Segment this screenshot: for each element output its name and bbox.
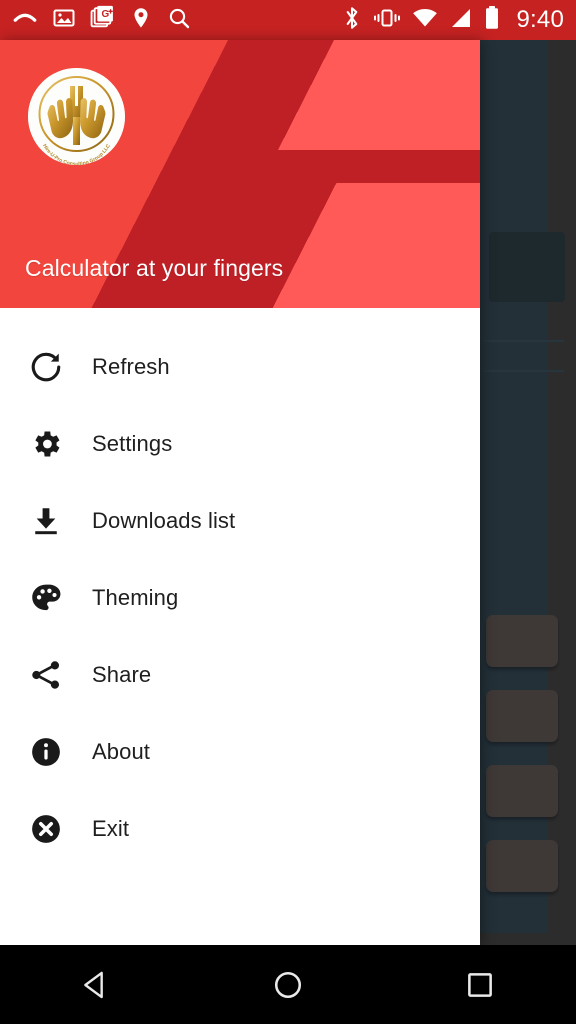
drawer-header-title: Calculator at your fingers: [25, 255, 284, 281]
gear-icon: [0, 427, 92, 461]
header-light-band-top: [230, 40, 480, 150]
vibrate-icon: [373, 6, 401, 35]
menu-item-downloads-list[interactable]: Downloads list: [0, 482, 480, 559]
search-icon: [167, 6, 191, 35]
image-icon: [52, 6, 76, 35]
share-icon: [0, 658, 92, 692]
signal-icon: [449, 7, 473, 34]
status-bar-right-icons: 9:40: [342, 5, 564, 36]
menu-item-theming[interactable]: Theming: [0, 559, 480, 636]
drawer-header: Hire-U-Pro Consulting Group LLC Calculat…: [0, 40, 480, 308]
helping-hands-logo: Hire-U-Pro Consulting Group LLC: [28, 68, 125, 165]
menu-item-exit[interactable]: Exit: [0, 790, 480, 867]
status-bar-clock: 9:40: [516, 6, 564, 33]
menu-item-label: About: [92, 738, 150, 764]
refresh-icon: [0, 350, 92, 384]
bluetooth-icon: [342, 5, 362, 36]
svg-text:G: G: [101, 9, 109, 20]
menu-item-label: Theming: [92, 584, 179, 610]
menu-item-label: Share: [92, 661, 152, 687]
call-missed-icon: [12, 5, 38, 36]
menu-item-label: Exit: [92, 815, 130, 841]
menu-item-settings[interactable]: Settings: [0, 405, 480, 482]
status-bar-left-icons: G: [12, 5, 191, 36]
menu-item-label: Downloads list: [92, 507, 236, 533]
drawer-menu-list: Refresh Settings Downloads list Theming …: [0, 308, 480, 945]
download-icon: [0, 504, 92, 538]
home-button[interactable]: [238, 945, 338, 1024]
close-circle-icon: [0, 812, 92, 846]
battery-icon: [484, 5, 500, 36]
android-navigation-bar: [0, 945, 576, 1024]
menu-item-share[interactable]: Share: [0, 636, 480, 713]
menu-item-refresh[interactable]: Refresh: [0, 328, 480, 405]
palette-icon: [0, 581, 92, 615]
menu-item-label: Settings: [92, 430, 173, 456]
recents-button[interactable]: [430, 945, 530, 1024]
location-pin-icon: [129, 6, 153, 35]
navigation-drawer: Hire-U-Pro Consulting Group LLC Calculat…: [0, 40, 480, 945]
info-circle-icon: [0, 735, 92, 769]
wifi-icon: [412, 7, 438, 34]
menu-item-label: Refresh: [92, 353, 170, 379]
header-light-band-bottom: [180, 183, 480, 308]
google-plus-icon: G: [90, 5, 115, 35]
status-bar: G 9:40: [0, 0, 576, 40]
back-button[interactable]: [46, 945, 146, 1024]
menu-item-about[interactable]: About: [0, 713, 480, 790]
